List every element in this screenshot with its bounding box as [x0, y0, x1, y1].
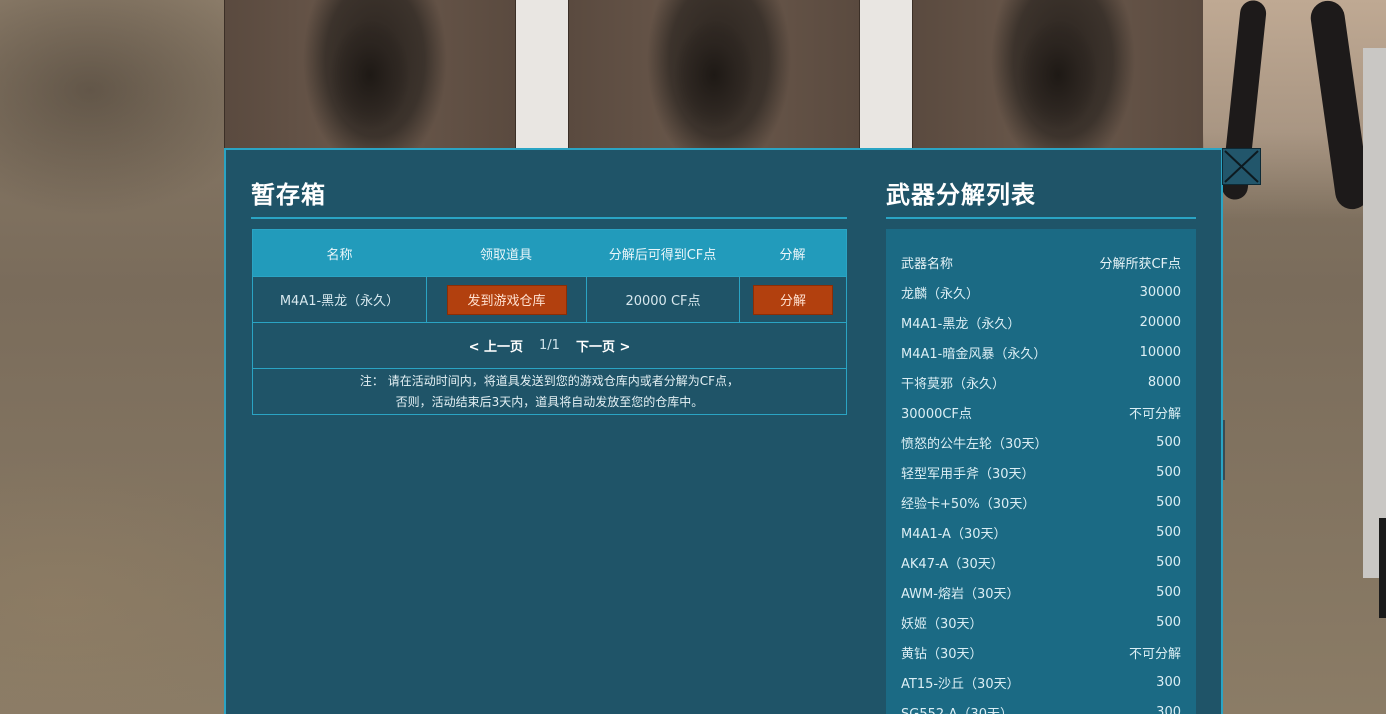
list-item: 黄钻（30天） 不可分解 [901, 637, 1181, 667]
weapon-points: 500 [1156, 524, 1181, 540]
weapon-points: 20000 [1139, 314, 1181, 330]
column-header-decompose: 分解 [779, 247, 806, 263]
weapon-points: 500 [1156, 614, 1181, 630]
notice-text-2: 否则，活动结束后3天内，道具将自动发放至您的仓库中。 [395, 394, 704, 409]
storage-table-header: 名称 领取道具 分解后可得到CF点 分解 [253, 230, 846, 276]
weapon-name: 干将莫邪（永久） [901, 376, 1006, 392]
table-row: M4A1-黑龙（永久） 发到游戏仓库 20000 CF点 分解 [253, 276, 846, 322]
weapon-name: M4A1-黑龙（永久） [901, 316, 1021, 332]
weapon-points: 500 [1156, 554, 1181, 570]
background-side-panel [1363, 48, 1386, 618]
cf-points-value: 20000 CF点 [586, 277, 739, 322]
weapon-points: 500 [1156, 434, 1181, 450]
next-page-link[interactable]: 下一页 > [576, 336, 630, 355]
weapon-name: SG552-A（30天） [901, 706, 1013, 714]
weapon-points: 不可分解 [1128, 646, 1181, 662]
weapon-name: 龙麟（永久） [901, 286, 980, 302]
weapon-points-header: 分解所获CF点 [1099, 256, 1181, 272]
weapon-points: 500 [1156, 494, 1181, 510]
weapon-name: 轻型军用手斧（30天） [901, 466, 1035, 482]
column-header-cf-points: 分解后可得到CF点 [608, 247, 717, 263]
weapon-name: AWM-熔岩（30天） [901, 586, 1020, 602]
notice-text-1: 请在活动时间内，将道具发送到您的游戏仓库内或者分解为CF点， [387, 373, 740, 388]
storage-table: 名称 领取道具 分解后可得到CF点 分解 M4A1-黑龙（永久） 发到游戏仓库 … [252, 229, 847, 415]
weapon-points: 500 [1156, 584, 1181, 600]
background-character [1203, 0, 1386, 220]
weapon-list-title: 武器分解列表 [886, 181, 1036, 209]
storage-title: 暂存箱 [251, 181, 326, 209]
item-name: M4A1-黑龙（永久） [279, 294, 400, 309]
page-indicator: 1/1 [539, 338, 560, 353]
weapon-list-title-rule [886, 217, 1196, 219]
weapon-name: M4A1-暗金风暴（永久） [901, 346, 1047, 362]
list-item: M4A1-暗金风暴（永久） 10000 [901, 337, 1181, 367]
notice-line-1: 注： 请在活动时间内，将道具发送到您的游戏仓库内或者分解为CF点， [360, 371, 739, 392]
list-item: 30000CF点 不可分解 [901, 397, 1181, 427]
list-item: 龙麟（永久） 30000 [901, 277, 1181, 307]
storage-title-rule [251, 217, 847, 219]
send-to-warehouse-button[interactable]: 发到游戏仓库 [446, 284, 567, 315]
list-item: 经验卡+50%（30天） 500 [901, 487, 1181, 517]
weapon-name-header: 武器名称 [901, 256, 954, 272]
list-item: M4A1-黑龙（永久） 20000 [901, 307, 1181, 337]
close-icon [1223, 149, 1260, 184]
weapon-points: 300 [1156, 704, 1181, 714]
weapon-name: 30000CF点 [901, 406, 972, 422]
notice: 注： 请在活动时间内，将道具发送到您的游戏仓库内或者分解为CF点， 否则，活动结… [253, 368, 846, 414]
claim-cell: 发到游戏仓库 [426, 277, 586, 322]
list-item: 干将莫邪（永久） 8000 [901, 367, 1181, 397]
weapon-points: 8000 [1147, 374, 1181, 390]
background-poster [568, 0, 860, 148]
list-item: AT15-沙丘（30天） 300 [901, 667, 1181, 697]
weapon-name: 愤怒的公牛左轮（30天） [901, 436, 1048, 452]
weapon-name: M4A1-A（30天） [901, 526, 1007, 542]
column-header-name: 名称 [326, 247, 353, 263]
background-divider [516, 0, 569, 148]
weapon-points: 不可分解 [1128, 406, 1181, 422]
weapon-points: 30000 [1139, 284, 1181, 300]
list-item: AK47-A（30天） 500 [901, 547, 1181, 577]
weapon-points: 300 [1156, 674, 1181, 690]
background-poster [912, 0, 1204, 148]
decompose-modal: 暂存箱 名称 领取道具 分解后可得到CF点 分解 M4A1-黑龙（永久） 发到游… [224, 148, 1223, 714]
list-item: SG552-A（30天） 300 [901, 697, 1181, 714]
list-item: AWM-熔岩（30天） 500 [901, 577, 1181, 607]
weapon-name: AT15-沙丘（30天） [901, 676, 1020, 692]
list-item: 妖姬（30天） 500 [901, 607, 1181, 637]
prev-page-link[interactable]: < 上一页 [469, 336, 523, 355]
decompose-button[interactable]: 分解 [753, 284, 833, 315]
background-poster [224, 0, 516, 148]
weapon-name: 经验卡+50%（30天） [901, 496, 1036, 512]
list-item: 愤怒的公牛左轮（30天） 500 [901, 427, 1181, 457]
weapon-points: 10000 [1139, 344, 1181, 360]
pagination: < 上一页 1/1 下一页 > [253, 322, 846, 368]
weapon-name: AK47-A（30天） [901, 556, 1004, 572]
list-item: M4A1-A（30天） 500 [901, 517, 1181, 547]
decompose-cell: 分解 [739, 277, 846, 322]
column-header-claim: 领取道具 [479, 247, 532, 263]
weapon-list-header: 武器名称 分解所获CF点 [901, 247, 1181, 277]
background-divider [860, 0, 913, 148]
weapon-name: 黄钻（30天） [901, 646, 983, 662]
notice-label: 注： [359, 373, 384, 388]
weapon-points: 500 [1156, 464, 1181, 480]
close-button[interactable] [1222, 148, 1261, 185]
weapon-decompose-list: 武器名称 分解所获CF点 龙麟（永久） 30000 M4A1-黑龙（永久） 2000… [886, 229, 1196, 714]
weapon-name: 妖姬（30天） [901, 616, 983, 632]
list-item: 轻型军用手斧（30天） 500 [901, 457, 1181, 487]
